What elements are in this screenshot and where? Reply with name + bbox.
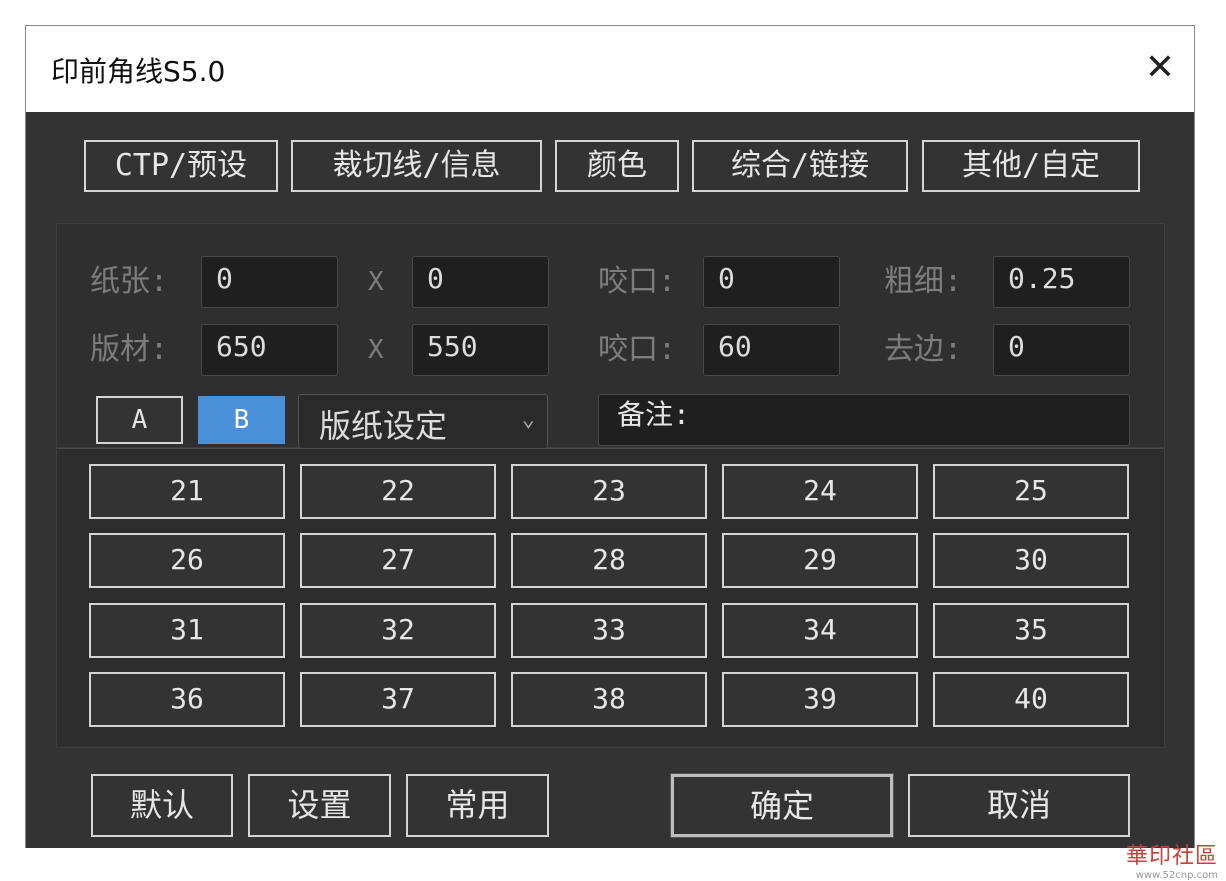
mode-b-button[interactable]: B [198, 396, 285, 444]
paper-label: 纸张: [90, 264, 169, 299]
watermark: 華印社區 www.52cnp.com [1126, 838, 1218, 881]
trim-label: 去边: [884, 332, 963, 367]
dialog-window: 印前角线S5.0 ✕ CTP/预设 裁切线/信息 颜色 综合/链接 其他/自定 … [25, 25, 1195, 848]
preset-button[interactable]: 36 [89, 672, 285, 727]
preset-button[interactable]: 37 [300, 672, 496, 727]
preset-button[interactable]: 22 [300, 464, 496, 519]
note-label: 备注: [617, 398, 690, 431]
preset-button[interactable]: 23 [511, 464, 707, 519]
preset-button[interactable]: 38 [511, 672, 707, 727]
preset-button[interactable]: 30 [933, 533, 1129, 588]
weight-input[interactable]: 0.25 [993, 256, 1130, 308]
bite-input-2[interactable]: 60 [703, 324, 840, 376]
preset-button[interactable]: 39 [722, 672, 918, 727]
tab-ctp-preset[interactable]: CTP/预设 [84, 140, 278, 192]
preset-button[interactable]: 24 [722, 464, 918, 519]
preset-button[interactable]: 31 [89, 603, 285, 658]
preset-button[interactable]: 35 [933, 603, 1129, 658]
weight-label: 粗细: [884, 264, 963, 299]
watermark-logo: 華印社區 [1125, 844, 1218, 869]
preset-select[interactable]: 版纸设定 ⌄ [298, 394, 548, 448]
tab-cutline-info[interactable]: 裁切线/信息 [291, 140, 542, 192]
common-button[interactable]: 常用 [406, 774, 549, 837]
preset-select-value: 版纸设定 [319, 407, 448, 445]
preset-button[interactable]: 32 [300, 603, 496, 658]
tab-color[interactable]: 颜色 [555, 140, 679, 192]
preset-button[interactable]: 26 [89, 533, 285, 588]
window-title: 印前角线S5.0 [51, 55, 226, 88]
title-bar: 印前角线S5.0 ✕ [26, 26, 1194, 112]
paper-height-input[interactable]: 0 [412, 256, 549, 308]
default-button[interactable]: 默认 [91, 774, 233, 837]
plate-height-input[interactable]: 550 [412, 324, 549, 376]
dialog-body: CTP/预设 裁切线/信息 颜色 综合/链接 其他/自定 纸张: 0 X 0 咬… [26, 112, 1194, 848]
preset-button[interactable]: 25 [933, 464, 1129, 519]
preset-button[interactable]: 27 [300, 533, 496, 588]
cancel-button[interactable]: 取消 [908, 774, 1130, 837]
preset-button[interactable]: 21 [89, 464, 285, 519]
note-field[interactable]: 备注: [598, 394, 1130, 446]
preset-button[interactable]: 33 [511, 603, 707, 658]
tab-general-link[interactable]: 综合/链接 [692, 140, 908, 192]
trim-input[interactable]: 0 [993, 324, 1130, 376]
chevron-down-icon: ⌄ [521, 407, 535, 432]
bite-label: 咬口: [598, 264, 677, 299]
tab-other-custom[interactable]: 其他/自定 [922, 140, 1140, 192]
mode-a-button[interactable]: A [96, 396, 183, 444]
settings-button[interactable]: 设置 [248, 774, 391, 837]
x-separator: X [368, 267, 384, 297]
plate-label: 版材: [90, 332, 169, 367]
bite-label-2: 咬口: [598, 332, 677, 367]
preset-button[interactable]: 29 [722, 533, 918, 588]
preset-button[interactable]: 28 [511, 533, 707, 588]
bite-input[interactable]: 0 [703, 256, 840, 308]
preset-button[interactable]: 34 [722, 603, 918, 658]
ok-button[interactable]: 确定 [670, 773, 894, 838]
preset-button[interactable]: 40 [933, 672, 1129, 727]
x-separator: X [368, 335, 384, 365]
close-icon[interactable]: ✕ [1140, 48, 1180, 88]
paper-width-input[interactable]: 0 [201, 256, 338, 308]
plate-width-input[interactable]: 650 [201, 324, 338, 376]
